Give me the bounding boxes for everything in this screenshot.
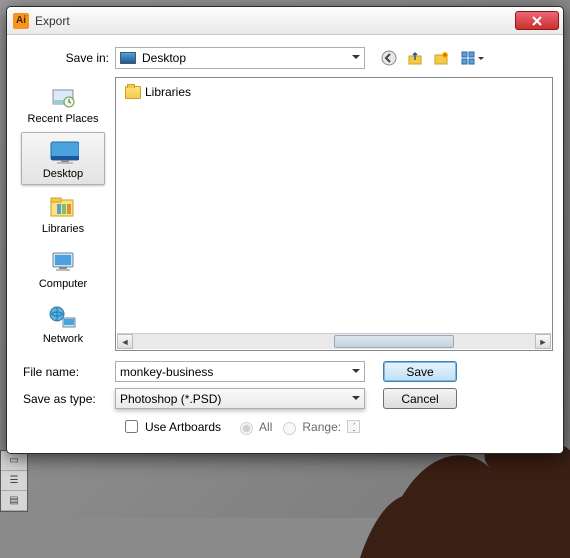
all-radio-label: All (259, 420, 272, 434)
up-one-level-button[interactable] (405, 48, 425, 68)
file-list-pane[interactable]: Libraries ◄ ► (115, 77, 553, 351)
places-network[interactable]: Network (21, 298, 105, 351)
places-bar: Recent Places Desktop Libraries Computer (17, 77, 109, 351)
use-artboards-label: Use Artboards (145, 420, 221, 434)
scroll-left-button[interactable]: ◄ (117, 334, 133, 349)
places-desktop[interactable]: Desktop (21, 132, 105, 185)
file-item[interactable]: Libraries (121, 83, 231, 101)
save-as-type-value: Photoshop (*.PSD) (120, 392, 221, 406)
file-item-name: Libraries (145, 85, 191, 99)
scroll-thumb[interactable] (334, 335, 454, 348)
all-radio-input[interactable] (240, 422, 253, 435)
save-in-combo[interactable]: Desktop (115, 47, 365, 69)
chevron-down-icon (478, 57, 484, 63)
use-artboards-checkbox[interactable]: Use Artboards (121, 417, 221, 436)
chevron-down-icon (352, 369, 360, 377)
places-label: Libraries (42, 223, 84, 235)
artboards-range-radio[interactable]: Range: (278, 419, 341, 435)
new-folder-button[interactable] (431, 48, 451, 68)
panel-icon[interactable]: ▭ (1, 451, 27, 471)
back-icon (381, 50, 397, 66)
places-recent[interactable]: Recent Places (21, 77, 105, 130)
range-radio-input[interactable] (283, 422, 296, 435)
illustrator-side-panel: ▭ ☰ ▤ (0, 450, 28, 512)
folder-up-icon (407, 50, 423, 66)
view-menu-icon (460, 50, 476, 66)
folder-icon (125, 86, 141, 99)
export-dialog: Ai Export Save in: Desktop (6, 6, 564, 454)
save-as-type-label: Save as type: (17, 392, 115, 406)
places-label: Recent Places (28, 113, 99, 125)
scroll-right-button[interactable]: ► (535, 334, 551, 349)
panel-icon[interactable]: ☰ (1, 471, 27, 491)
use-artboards-input[interactable] (125, 420, 138, 433)
desktop-icon (120, 52, 136, 64)
file-name-value: monkey-business (120, 365, 213, 379)
close-button[interactable] (515, 11, 559, 30)
horizontal-scrollbar[interactable]: ◄ ► (117, 333, 551, 349)
window-title: Export (35, 14, 515, 28)
titlebar: Ai Export (7, 7, 563, 35)
places-libraries[interactable]: Libraries (21, 187, 105, 240)
places-computer[interactable]: Computer (21, 243, 105, 296)
save-in-value: Desktop (142, 51, 186, 65)
scroll-track[interactable] (133, 334, 535, 349)
chevron-down-icon (352, 396, 360, 404)
artboards-all-radio[interactable]: All (235, 419, 272, 435)
computer-icon (47, 249, 79, 275)
save-as-type-combo[interactable]: Photoshop (*.PSD) (115, 388, 365, 409)
libraries-icon (47, 194, 79, 220)
save-button[interactable]: Save (383, 361, 457, 382)
recent-places-icon (47, 84, 79, 110)
cancel-button[interactable]: Cancel (383, 388, 457, 409)
places-label: Desktop (43, 168, 83, 180)
back-button[interactable] (379, 48, 399, 68)
desktop-icon (47, 138, 79, 166)
places-label: Computer (39, 278, 87, 290)
places-label: Network (43, 333, 83, 345)
range-radio-label: Range: (302, 420, 341, 434)
network-icon (47, 304, 79, 330)
new-folder-icon (433, 50, 449, 66)
chevron-down-icon (352, 55, 360, 63)
app-icon: Ai (13, 13, 29, 29)
file-name-label: File name: (17, 365, 115, 379)
view-menu-button[interactable] (457, 48, 487, 68)
panel-icon[interactable]: ▤ (1, 491, 27, 511)
close-icon (531, 16, 543, 26)
save-in-label: Save in: (17, 51, 115, 65)
range-input[interactable] (347, 420, 360, 433)
file-name-input[interactable]: monkey-business (115, 361, 365, 382)
